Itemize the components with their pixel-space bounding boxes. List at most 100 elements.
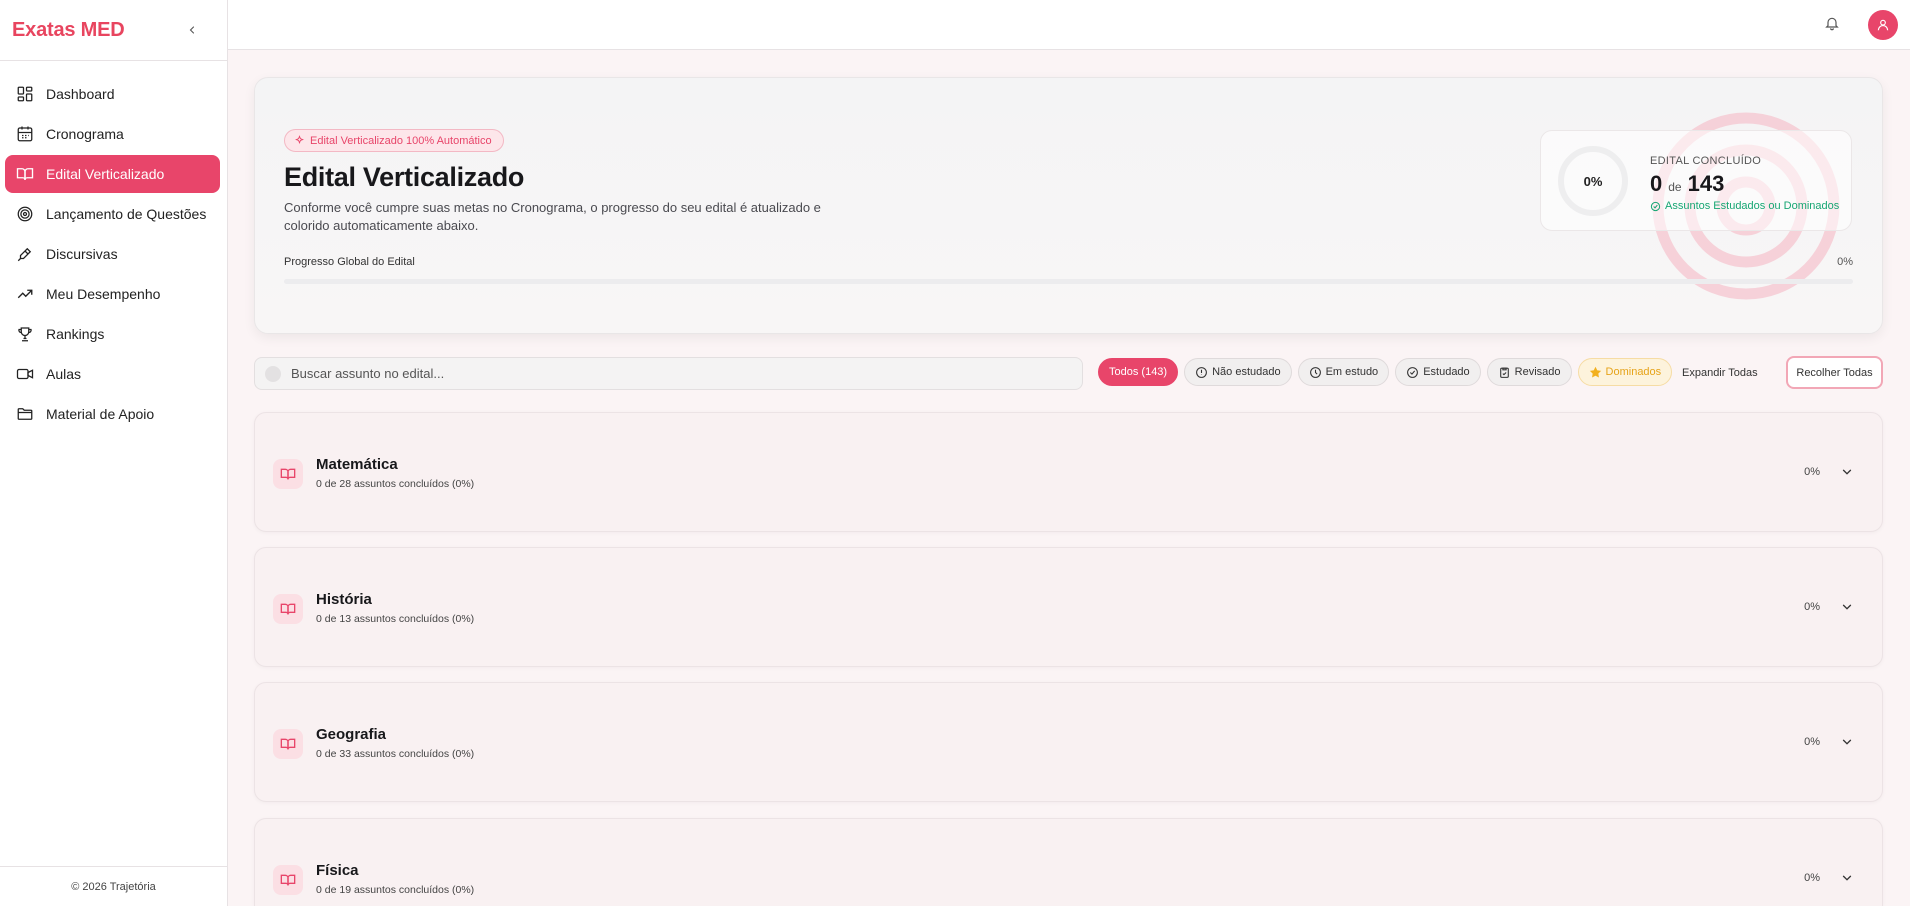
dashboard-icon (17, 86, 33, 102)
subject-percent: 0% (1804, 466, 1820, 478)
stat-de: de (1668, 180, 1682, 194)
clock-icon (1309, 366, 1321, 378)
stat-label: EDITAL CONCLUÍDO (1650, 155, 1762, 167)
avatar[interactable] (1868, 10, 1898, 40)
user-icon (1877, 19, 1889, 31)
sidebar-item-label: Material de Apoio (46, 406, 155, 422)
search-input[interactable] (291, 366, 991, 381)
subject-percent: 0% (1804, 601, 1820, 613)
sidebar-nav: Dashboard Cronograma Edital Verticalizad… (0, 61, 227, 433)
stat-done: 0 (1650, 171, 1663, 196)
topbar (228, 0, 1910, 50)
subject-percent: 0% (1804, 872, 1820, 884)
alert-circle-icon (1196, 366, 1208, 378)
sidebar-item-label: Edital Verticalizado (46, 166, 165, 182)
sidebar-footer: © 2026 Trajetória (0, 866, 227, 906)
brand-row: Exatas MED (0, 0, 227, 61)
subject-card-fisica[interactable]: Física 0 de 19 assuntos concluídos (0%) … (254, 818, 1883, 906)
subject-progress-text: 0 de 13 assuntos concluídos (0%) (316, 613, 475, 625)
page-description: Conforme você cumpre suas metas no Crono… (284, 200, 821, 233)
expand-all-button[interactable]: Expandir Todas (1670, 358, 1770, 388)
book-icon (273, 865, 303, 895)
sidebar-item-discursivas[interactable]: Discursivas (5, 235, 220, 273)
video-icon (16, 368, 34, 380)
trophy-icon (18, 327, 32, 342)
pen-icon (17, 247, 32, 262)
sidebar-item-label: Discursivas (46, 246, 118, 262)
filter-estudado[interactable]: Estudado (1395, 358, 1481, 386)
check-circle-icon (1407, 366, 1419, 378)
progress-percent: 0% (1837, 256, 1853, 268)
sidebar-item-aulas[interactable]: Aulas (5, 355, 220, 393)
completion-ring: 0% (1558, 146, 1628, 216)
bell-icon[interactable] (1824, 15, 1842, 33)
filter-em-estudo[interactable]: Em estudo (1297, 358, 1390, 386)
clipboard-check-icon (1499, 367, 1509, 378)
sidebar-item-label: Aulas (46, 366, 82, 382)
filter-label: Revisado (1514, 366, 1561, 378)
subject-name: Geografia (316, 726, 387, 743)
folder-icon (17, 408, 33, 420)
subject-card-historia[interactable]: História 0 de 13 assuntos concluídos (0%… (254, 547, 1883, 667)
sidebar-item-label: Cronograma (46, 126, 124, 142)
completion-stat-card: 0% EDITAL CONCLUÍDO 0 de 143 Assuntos Es… (1540, 130, 1852, 231)
book-icon (16, 168, 34, 181)
sidebar-item-lancamento-questoes[interactable]: Lançamento de Questões (5, 195, 220, 233)
sidebar-item-dashboard[interactable]: Dashboard (5, 75, 220, 113)
stat-subtitle: Assuntos Estudados ou Dominados (1650, 200, 1839, 212)
subject-name: Física (316, 862, 359, 879)
sidebar-item-label: Lançamento de Questões (46, 206, 207, 222)
sidebar-item-label: Rankings (46, 326, 105, 342)
target-icon (17, 206, 33, 222)
filter-label: Não estudado (1212, 366, 1281, 378)
subject-card-matematica[interactable]: Matemática 0 de 28 assuntos concluídos (… (254, 412, 1883, 532)
chevron-down-icon[interactable] (1840, 735, 1854, 749)
filter-label: Dominados (1605, 366, 1662, 378)
global-progress-bar (284, 279, 1853, 284)
subject-name: Matemática (316, 456, 398, 473)
subject-name: História (316, 591, 372, 608)
sidebar-item-label: Meu Desempenho (46, 286, 161, 302)
page-title: Edital Verticalizado (284, 162, 525, 192)
chevron-down-icon[interactable] (1840, 465, 1854, 479)
calendar-icon (17, 126, 33, 142)
filter-label: Todos (143) (1109, 366, 1168, 378)
auto-badge: Edital Verticalizado 100% Automático (284, 129, 504, 152)
hero-card: Edital Verticalizado 100% Automático Edi… (254, 77, 1883, 334)
star-icon (1589, 366, 1601, 378)
sidebar: Exatas MED Dashboard Cronograma Edital V… (0, 0, 228, 906)
check-circle-icon (1650, 201, 1661, 211)
sidebar-item-rankings[interactable]: Rankings (5, 315, 220, 353)
subject-card-geografia[interactable]: Geografia 0 de 33 assuntos concluídos (0… (254, 682, 1883, 802)
stat-count: 0 de 143 (1650, 171, 1724, 197)
sidebar-item-label: Dashboard (46, 86, 115, 102)
book-icon (273, 729, 303, 759)
search-bar (254, 357, 1083, 390)
subject-percent: 0% (1804, 736, 1820, 748)
sparkles-icon (295, 135, 304, 145)
trending-up-icon (17, 289, 33, 299)
status-filters: Todos (143) Não estudado Em estudo Estud… (1098, 358, 1673, 386)
brand-logo[interactable]: Exatas MED (12, 19, 125, 42)
book-icon (273, 594, 303, 624)
sidebar-item-meu-desempenho[interactable]: Meu Desempenho (5, 275, 220, 313)
stat-subtitle-text: Assuntos Estudados ou Dominados (1665, 200, 1840, 212)
filter-revisado[interactable]: Revisado (1486, 358, 1572, 386)
sidebar-item-edital-verticalizado[interactable]: Edital Verticalizado (5, 155, 220, 193)
collapse-sidebar-icon[interactable] (183, 21, 201, 39)
chevron-down-icon[interactable] (1840, 600, 1854, 614)
collapse-all-button[interactable]: Recolher Todas (1786, 356, 1883, 389)
filter-label: Em estudo (1325, 366, 1379, 378)
filter-dominados[interactable]: Dominados (1577, 358, 1673, 386)
sidebar-item-material-apoio[interactable]: Material de Apoio (5, 395, 220, 433)
sidebar-item-cronograma[interactable]: Cronograma (5, 115, 220, 153)
stat-total: 143 (1687, 171, 1725, 196)
subject-progress-text: 0 de 33 assuntos concluídos (0%) (316, 748, 475, 760)
filter-todos[interactable]: Todos (143) (1098, 358, 1179, 386)
filter-nao-estudado[interactable]: Não estudado (1184, 358, 1292, 386)
filter-label: Estudado (1423, 366, 1470, 378)
subject-progress-text: 0 de 19 assuntos concluídos (0%) (316, 884, 475, 896)
badge-label: Edital Verticalizado 100% Automático (310, 134, 492, 147)
chevron-down-icon[interactable] (1840, 871, 1854, 885)
subject-progress-text: 0 de 28 assuntos concluídos (0%) (316, 478, 475, 490)
